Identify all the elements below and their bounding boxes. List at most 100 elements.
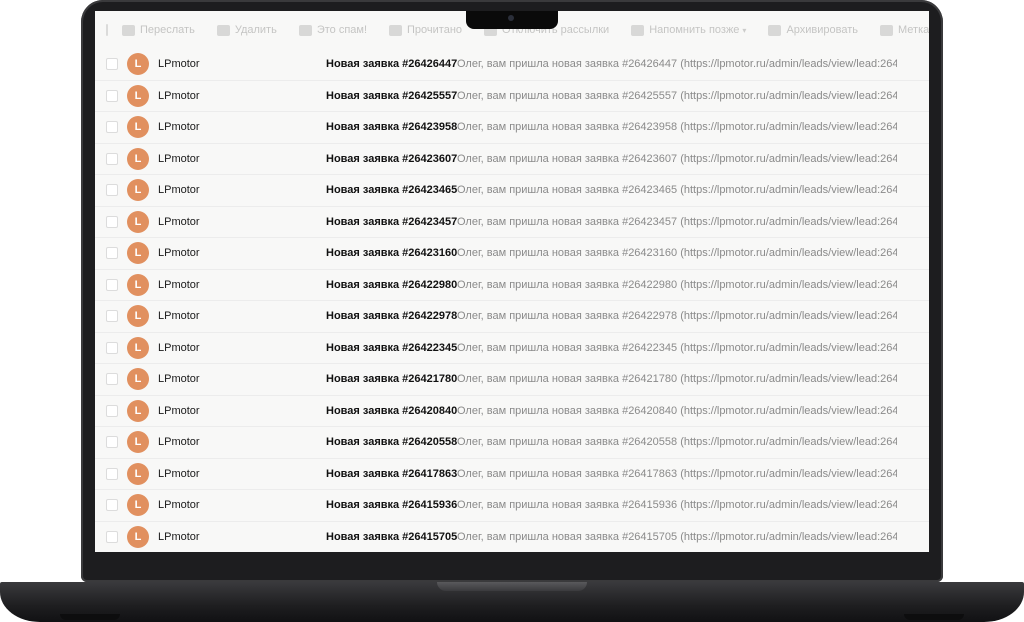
avatar[interactable]: L — [127, 336, 149, 359]
message-snippet: Олег, вам пришла новая заявка #26423958 … — [457, 121, 897, 134]
message-row[interactable]: L LPmotor Новая заявка #26422345 Олег, вам … — [95, 332, 929, 364]
message-snippet: Олег, вам пришла новая заявка #26426447 … — [457, 58, 897, 71]
message-checkbox[interactable] — [106, 89, 118, 102]
message-row[interactable]: L LPmotor Новая заявка #26417863 Олег, вам … — [95, 458, 929, 490]
message-subject: Новая заявка #26421780 — [326, 373, 458, 386]
message-checkbox[interactable] — [106, 121, 118, 134]
message-subject: Новая заявка #26415936 — [326, 499, 458, 512]
message-row[interactable]: L LPmotor Новая заявка #26420840 Олег, вам … — [95, 395, 929, 427]
message-sender: LPmotor — [158, 247, 200, 260]
avatar[interactable]: L — [127, 147, 149, 170]
toolbar-button-label: Это спам! — [316, 24, 368, 36]
message-snippet: Олег, вам пришла новая заявка #26425557 … — [457, 89, 897, 102]
toolbar-button-label: Напомнить позже — [649, 24, 740, 36]
avatar[interactable]: L — [127, 242, 149, 265]
toolbar-button-3[interactable]: Прочитано — [389, 24, 462, 36]
message-snippet: Олег, вам пришла новая заявка #26422980 … — [457, 278, 897, 291]
toolbar-button-0[interactable]: Переслать — [122, 24, 195, 36]
message-row[interactable]: L LPmotor Новая заявка #26423465 Олег, вам … — [95, 175, 929, 207]
toolbar-button-6[interactable]: Архивировать — [768, 24, 858, 36]
message-sender: LPmotor — [158, 499, 200, 512]
message-subject: Новая заявка #26417863 — [326, 467, 458, 480]
message-snippet: Олег, вам пришла новая заявка #26415705 … — [457, 530, 897, 543]
select-all-checkbox[interactable] — [106, 24, 108, 36]
avatar[interactable]: L — [127, 210, 149, 233]
message-snippet: Олег, вам пришла новая заявка #26423465 … — [457, 184, 897, 197]
message-checkbox[interactable] — [106, 341, 118, 354]
message-checkbox[interactable] — [106, 310, 118, 323]
avatar[interactable]: L — [127, 84, 149, 107]
message-checkbox[interactable] — [106, 530, 118, 543]
toolbar-button-1[interactable]: Удалить — [216, 24, 277, 36]
message-row[interactable]: L LPmotor Новая заявка #26426447 Олег, вам … — [95, 49, 929, 81]
message-sender: LPmotor — [158, 341, 200, 354]
message-sender: LPmotor — [158, 467, 200, 480]
toolbar-forward-icon — [122, 24, 135, 36]
avatar[interactable]: L — [127, 116, 149, 139]
base-opening-notch — [437, 582, 587, 591]
avatar[interactable]: L — [127, 305, 149, 328]
message-checkbox[interactable] — [106, 436, 118, 449]
avatar[interactable]: L — [127, 525, 149, 548]
message-checkbox[interactable] — [106, 184, 118, 197]
avatar[interactable]: L — [127, 179, 149, 202]
message-row[interactable]: L LPmotor Новая заявка #26415705 Олег, вам … — [95, 521, 929, 552]
message-sender: LPmotor — [158, 89, 200, 102]
message-subject: Новая заявка #26425557 — [326, 89, 458, 102]
message-sender: LPmotor — [158, 436, 200, 449]
message-row[interactable]: L LPmotor Новая заявка #26425557 Олег, вам … — [95, 80, 929, 112]
message-checkbox[interactable] — [106, 373, 118, 386]
message-row[interactable]: L LPmotor Новая заявка #26421780 Олег, вам … — [95, 364, 929, 396]
laptop-base — [0, 582, 1024, 622]
toolbar-button-7[interactable]: Метка▾ — [880, 24, 929, 36]
avatar[interactable]: L — [127, 462, 149, 485]
message-row[interactable]: L LPmotor Новая заявка #26423958 Олег, вам … — [95, 112, 929, 144]
avatar[interactable]: L — [127, 273, 149, 296]
message-row[interactable]: L LPmotor Новая заявка #26422978 Олег, вам … — [95, 301, 929, 333]
camera-dot — [508, 15, 514, 21]
avatar[interactable]: L — [127, 399, 149, 422]
message-snippet: Олег, вам пришла новая заявка #26423457 … — [457, 215, 897, 228]
message-row[interactable]: L LPmotor Новая заявка #26422980 Олег, вам … — [95, 269, 929, 301]
message-checkbox[interactable] — [106, 152, 118, 165]
message-checkbox[interactable] — [106, 215, 118, 228]
message-checkbox[interactable] — [106, 499, 118, 512]
toolbar-archive-icon — [768, 24, 782, 36]
message-snippet: Олег, вам пришла новая заявка #26421780 … — [457, 373, 897, 386]
message-sender: LPmotor — [158, 215, 200, 228]
message-subject: Новая заявка #26423607 — [326, 152, 458, 165]
message-subject: Новая заявка #26420840 — [326, 404, 458, 417]
message-sender: LPmotor — [158, 404, 200, 417]
mail-screen: Переслать Удалить Это спам! Прочитано Отключ… — [95, 11, 929, 552]
avatar[interactable]: L — [127, 368, 149, 391]
toolbar-button-label: Прочитано — [407, 24, 463, 36]
message-sender: LPmotor — [158, 310, 200, 323]
message-sender: LPmotor — [158, 152, 200, 165]
message-subject: Новая заявка #26420558 — [326, 436, 458, 449]
message-snippet: Олег, вам пришла новая заявка #26420840 … — [457, 404, 897, 417]
message-row[interactable]: L LPmotor Новая заявка #26423607 Олег, вам … — [95, 143, 929, 175]
message-snippet: Олег, вам пришла новая заявка #26415936 … — [457, 499, 897, 512]
message-row[interactable]: L LPmotor Новая заявка #26420558 Олег, вам … — [95, 427, 929, 459]
message-subject: Новая заявка #26422345 — [326, 341, 458, 354]
message-row[interactable]: L LPmotor Новая заявка #26423160 Олег, вам … — [95, 238, 929, 270]
toolbar-read-envelope-icon — [389, 24, 403, 36]
message-checkbox[interactable] — [106, 247, 118, 260]
message-checkbox[interactable] — [106, 58, 118, 71]
avatar[interactable]: L — [127, 494, 149, 517]
message-row[interactable]: L LPmotor Новая заявка #26415936 Олег, вам … — [95, 490, 929, 522]
message-row[interactable]: L LPmotor Новая заявка #26423457 Олег, вам … — [95, 206, 929, 238]
toolbar-button-5[interactable]: Напомнить позже ▾ — [631, 24, 746, 36]
message-subject: Новая заявка #26426447 — [326, 58, 458, 71]
message-checkbox[interactable] — [106, 278, 118, 291]
message-subject: Новая заявка #26422980 — [326, 278, 458, 291]
laptop-foot-left — [60, 614, 120, 620]
message-checkbox[interactable] — [106, 404, 118, 417]
message-subject: Новая заявка #26423958 — [326, 121, 458, 134]
toolbar-button-label: Переслать — [140, 24, 195, 36]
message-sender: LPmotor — [158, 373, 200, 386]
message-checkbox[interactable] — [106, 467, 118, 480]
toolbar-button-2[interactable]: Это спам! — [298, 24, 368, 36]
avatar[interactable]: L — [127, 53, 149, 76]
avatar[interactable]: L — [127, 431, 149, 454]
